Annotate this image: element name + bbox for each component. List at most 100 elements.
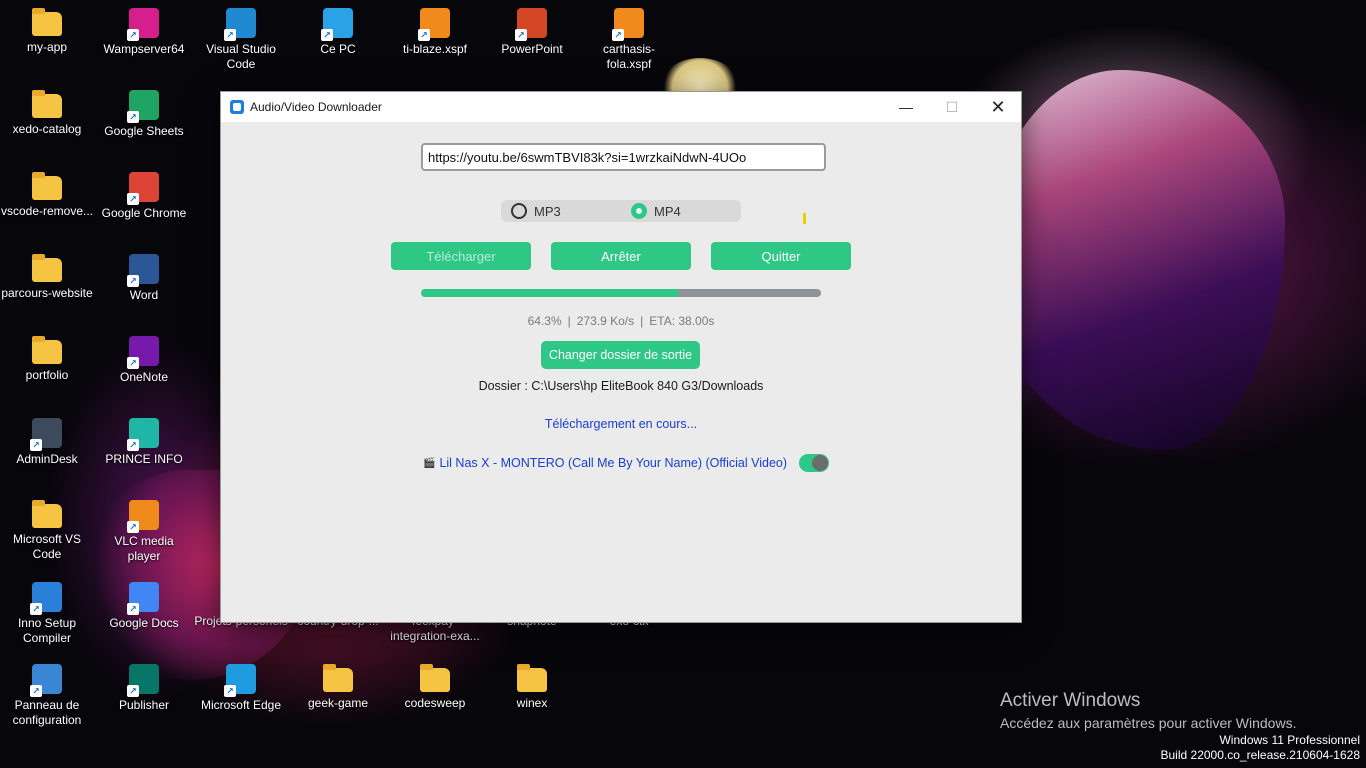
desktop-icon-label: Google Chrome (101, 206, 187, 220)
shortcut-arrow-icon: ↗ (127, 685, 139, 697)
progress-percent: 64.3% (527, 314, 562, 328)
stats-separator: | (567, 314, 571, 328)
desktop-icon[interactable]: ↗ PRINCE INFO (97, 418, 191, 467)
format-label: MP4 (654, 203, 681, 219)
track-toggle[interactable] (799, 454, 830, 472)
shortcut-arrow-icon: ↗ (612, 29, 624, 41)
desktop-icon-label: Inno Setup Compiler (17, 616, 77, 645)
control-panel-icon: ↗ (30, 664, 62, 697)
shortcut-arrow-icon: ↗ (321, 29, 333, 41)
docs-icon: ↗ (127, 582, 159, 615)
desktop-icon[interactable]: my-app (0, 8, 94, 55)
shortcut-arrow-icon: ↗ (127, 193, 139, 205)
download-stats: 64.3% | 273.9 Ko/s | ETA: 38.00s (221, 314, 1021, 328)
desktop-icon[interactable]: ↗ OneNote (97, 336, 191, 385)
desktop-icon-label: VLC media player (114, 534, 174, 563)
word-icon: ↗ (127, 254, 159, 287)
desktop-icon[interactable]: ↗ Visual Studio Code (194, 8, 288, 72)
desktop-icon[interactable]: winex (485, 664, 579, 711)
activation-subtitle: Accédez aux paramètres pour activer Wind… (1000, 715, 1297, 731)
folder-icon (323, 664, 353, 692)
desktop-icon[interactable]: ↗ Ce PC (291, 8, 385, 57)
shortcut-arrow-icon: ↗ (127, 111, 139, 123)
yellow-marker (803, 213, 806, 224)
window-title: Audio/Video Downloader (250, 100, 382, 114)
shortcut-arrow-icon: ↗ (127, 603, 139, 615)
desktop-icon[interactable]: portfolio (0, 336, 94, 383)
desktop-icon[interactable]: ↗ carthasis-fola.xspf (582, 8, 676, 72)
desktop-icon[interactable]: ↗ Panneau de configuration (0, 664, 94, 728)
desktop-icon[interactable]: ↗ Publisher (97, 664, 191, 713)
desktop-icon[interactable]: ↗ Google Sheets (97, 90, 191, 139)
shortcut-arrow-icon: ↗ (30, 603, 42, 615)
quit-button[interactable]: Quitter (711, 242, 851, 270)
format-label: MP3 (534, 203, 561, 219)
vlc-icon: ↗ (127, 500, 159, 533)
close-button[interactable]: ✕ (975, 92, 1021, 122)
desktop-icon-label: my-app (26, 40, 67, 54)
powerpoint-icon: ↗ (515, 8, 547, 41)
app-icon (230, 100, 244, 114)
desktop-icon-label: vscode-remove... (0, 204, 94, 218)
shortcut-arrow-icon: ↗ (127, 275, 139, 287)
inno-setup-icon: ↗ (30, 582, 62, 615)
desktop-icon[interactable]: ↗ Inno Setup Compiler (0, 582, 94, 646)
desktop-icon-label: Google Sheets (104, 124, 184, 138)
desktop-icon[interactable]: ↗ Word (97, 254, 191, 303)
shortcut-arrow-icon: ↗ (224, 685, 236, 697)
radio-selected-icon (631, 203, 647, 219)
folder-icon (32, 336, 62, 364)
desktop-icon[interactable]: ↗ Google Docs (97, 582, 191, 631)
url-input[interactable] (421, 143, 826, 171)
desktop-icon-label: Word (129, 288, 159, 302)
desktop-icon[interactable]: geek-game (291, 664, 385, 711)
output-folder-path: Dossier : C:\Users\hp EliteBook 840 G3/D… (478, 379, 764, 393)
stop-button[interactable]: Arrêter (551, 242, 691, 270)
folder-icon (32, 90, 62, 118)
desktop-icon-label: carthasis-fola.xspf (602, 42, 655, 71)
desktop-icon[interactable]: vscode-remove... (0, 172, 94, 219)
download-button[interactable]: Télécharger (391, 242, 531, 270)
radio-icon (511, 203, 527, 219)
desktop-icon[interactable]: ↗ AdminDesk (0, 418, 94, 467)
desktop-icon-label: Visual Studio Code (206, 42, 276, 71)
desktop-icon[interactable]: ↗ PowerPoint (485, 8, 579, 57)
desktop-icon-label: Panneau de configuration (12, 698, 82, 727)
toggle-knob (812, 455, 829, 471)
shortcut-arrow-icon: ↗ (127, 521, 139, 533)
format-option-mp4[interactable]: MP4 (631, 200, 681, 222)
desktop-icon[interactable]: ↗ Wampserver64 (97, 8, 191, 57)
maximize-button[interactable]: ☐ (929, 92, 975, 122)
windows-build: Build 22000.co_release.210604-1628 (1160, 748, 1361, 762)
track-item: 🎬 Lil Nas X - MONTERO (Call Me By Your N… (423, 454, 830, 472)
desktop-icon[interactable]: ↗ ti-blaze.xspf (388, 8, 482, 57)
activation-watermark: Activer Windows Accédez aux paramètres p… (1000, 690, 1296, 731)
download-speed: 273.9 Ko/s (576, 314, 635, 328)
minimize-button[interactable]: ― (883, 92, 929, 122)
format-selector: MP3 MP4 (501, 200, 741, 222)
onenote-icon: ↗ (127, 336, 159, 369)
change-folder-button[interactable]: Changer dossier de sortie (541, 341, 700, 369)
folder-icon (32, 8, 62, 36)
folder-icon (420, 664, 450, 692)
desktop-icon[interactable]: ↗ Microsoft Edge (194, 664, 288, 713)
edge-icon: ↗ (224, 664, 256, 697)
shortcut-arrow-icon: ↗ (30, 685, 42, 697)
desktop-icon[interactable]: ↗ VLC media player (97, 500, 191, 564)
folder-icon (32, 254, 62, 282)
shortcut-arrow-icon: ↗ (127, 29, 139, 41)
shortcut-arrow-icon: ↗ (127, 357, 139, 369)
shortcut-arrow-icon: ↗ (515, 29, 527, 41)
desktop-icon[interactable]: codesweep (388, 664, 482, 711)
desktop-icon-label: Ce PC (320, 42, 356, 56)
title-bar[interactable]: Audio/Video Downloader ― ☐ ✕ (221, 92, 1021, 122)
desktop-icon-label: Microsoft Edge (200, 698, 282, 712)
format-option-mp3[interactable]: MP3 (511, 200, 561, 222)
publisher-icon: ↗ (127, 664, 159, 697)
desktop-icon-label: Google Docs (109, 616, 179, 630)
desktop-icon[interactable]: parcours-website (0, 254, 94, 301)
desktop-icon[interactable]: xedo-catalog (0, 90, 94, 137)
desktop-icon[interactable]: Microsoft VS Code (0, 500, 94, 562)
desktop-icon-label: PRINCE INFO (105, 452, 183, 466)
desktop-icon[interactable]: ↗ Google Chrome (97, 172, 191, 221)
